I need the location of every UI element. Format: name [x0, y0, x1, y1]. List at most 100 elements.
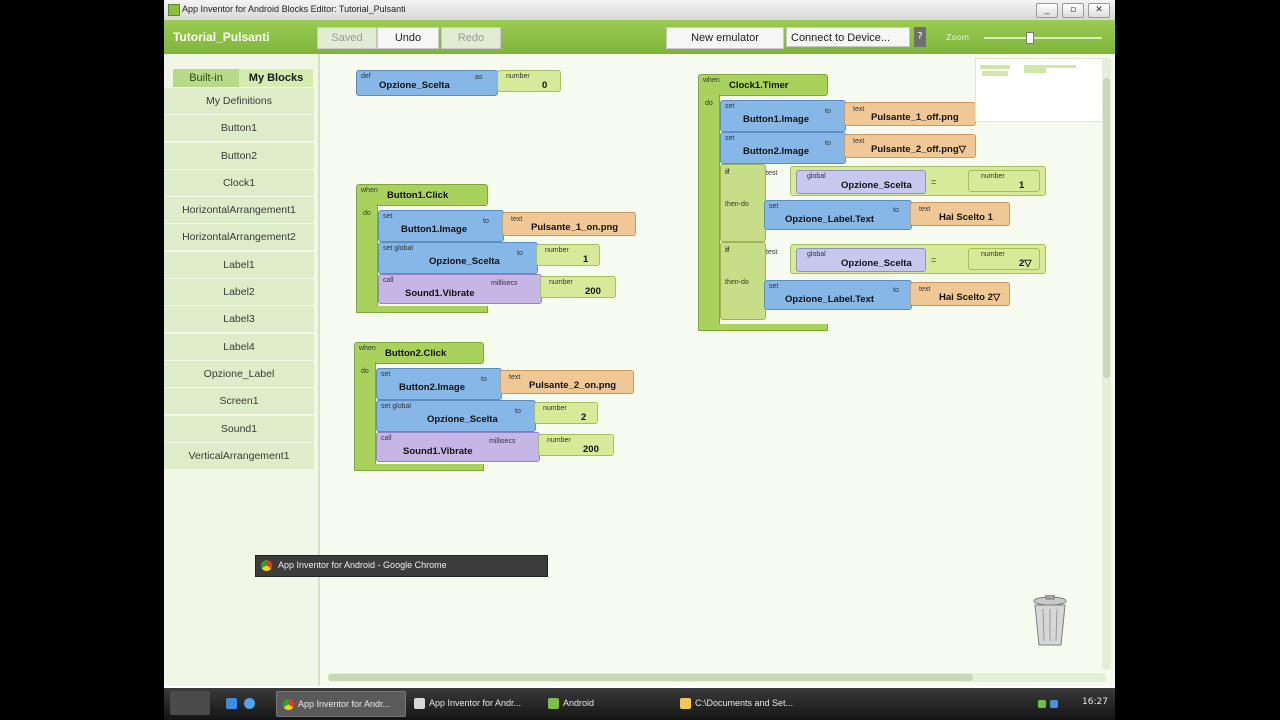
arg-label: millisecs	[489, 438, 516, 445]
taskbar-clock: 16:27	[1082, 697, 1108, 707]
quicklaunch-icon[interactable]	[226, 691, 238, 715]
call-sound1-vibrate-block[interactable]: call Sound1.Vibrate millisecs	[378, 274, 542, 304]
set-target: Opzione_Scelta	[427, 414, 498, 425]
to-keyword: to	[893, 207, 899, 214]
if-block[interactable]: if then-do	[720, 164, 766, 242]
number-value: 2	[581, 412, 587, 423]
do-keyword: do	[363, 210, 371, 217]
set-keyword: set	[725, 103, 735, 110]
call-target: Sound1.Vibrate	[403, 446, 473, 457]
button2-click-event[interactable]: when Button2.Click	[354, 342, 484, 364]
taskbar-item-android[interactable]: Android	[542, 691, 642, 715]
drawer-horizontalarrangement2[interactable]: HorizontalArrangement2	[164, 224, 314, 251]
number-block[interactable]: number 2▽	[968, 248, 1040, 270]
drawer-opzione-label[interactable]: Opzione_Label	[164, 360, 314, 387]
text-value: Hai Scelto 2▽	[939, 292, 1001, 303]
text-block[interactable]: text Pulsante_2_on.png	[500, 370, 634, 394]
text-type-label: text	[919, 206, 931, 213]
drawer-button2[interactable]: Button2	[164, 142, 314, 169]
if-keyword: if	[725, 169, 730, 176]
close-button[interactable]: ✕	[1088, 3, 1110, 18]
drawer-label4[interactable]: Label4	[164, 333, 314, 360]
vertical-scroll-thumb[interactable]	[1103, 78, 1110, 378]
set-global-block[interactable]: set global Opzione_Scelta to	[378, 242, 538, 274]
taskbar-item-chrome[interactable]: App Inventor for Andr...	[276, 691, 406, 717]
horizontal-scrollbar[interactable]	[328, 673, 1106, 682]
set-button1-image-block[interactable]: set Button1.Image to	[720, 100, 846, 132]
blocks-workspace[interactable]: def Opzione_Scelta as number 0 when Butt…	[320, 54, 1115, 686]
connect-device-dropdown[interactable]: Connect to Device...	[786, 27, 910, 47]
tooltip-text: App Inventor for Android - Google Chrome	[278, 560, 447, 570]
taskbar-item-blocks-editor[interactable]: App Inventor for Andr...	[408, 691, 534, 715]
horizontal-scroll-thumb[interactable]	[328, 674, 973, 681]
redo-button[interactable]: Redo	[441, 27, 501, 49]
maximize-button[interactable]: ▫	[1062, 3, 1084, 18]
global-variable-block[interactable]: global Opzione_Scelta	[796, 170, 926, 194]
text-block[interactable]: text Pulsante_1_on.png	[502, 212, 636, 236]
saved-button[interactable]: Saved	[317, 27, 377, 49]
text-block[interactable]: text Hai Scelto 1	[910, 202, 1010, 226]
vertical-scrollbar[interactable]	[1102, 58, 1111, 670]
to-keyword: to	[515, 408, 521, 415]
drawer-screen1[interactable]: Screen1	[164, 388, 314, 415]
set-opzione-label-text-block[interactable]: set Opzione_Label.Text to	[764, 200, 912, 230]
number-type-label: number	[506, 73, 530, 80]
set-global-block[interactable]: set global Opzione_Scelta to	[376, 400, 536, 432]
set-button1-image-block[interactable]: set Button1.Image to	[378, 210, 504, 242]
event-name: Clock1.Timer	[729, 80, 789, 91]
number-value: 1	[1019, 180, 1025, 191]
text-block[interactable]: text Hai Scelto 2▽	[910, 282, 1010, 306]
drawer-clock1[interactable]: Clock1	[164, 169, 314, 196]
call-sound1-vibrate-block[interactable]: call Sound1.Vibrate millisecs	[376, 432, 540, 462]
def-variable-block[interactable]: def Opzione_Scelta as	[356, 70, 498, 96]
set-target: Opzione_Label.Text	[785, 214, 875, 225]
button1-click-event[interactable]: when Button1.Click	[356, 184, 488, 206]
ie-icon[interactable]	[244, 691, 256, 715]
number-block[interactable]: number 200	[538, 434, 614, 456]
drawer-sound1[interactable]: Sound1	[164, 415, 314, 442]
blocks-sidebar: Built-in My Blocks My Definitions Button…	[164, 54, 320, 686]
if-keyword: if	[725, 247, 730, 254]
number-block[interactable]: number 1	[968, 170, 1040, 192]
set-target: Button2.Image	[743, 146, 809, 157]
workspace-minimap[interactable]	[975, 58, 1103, 122]
text-value: Pulsante_2_off.png▽	[871, 144, 966, 155]
text-block[interactable]: text Pulsante_2_off.png▽	[844, 134, 976, 158]
drawer-label3[interactable]: Label3	[164, 306, 314, 333]
set-opzione-label-text-block[interactable]: set Opzione_Label.Text to	[764, 280, 912, 310]
drawer-label1[interactable]: Label1	[164, 251, 314, 278]
if-block[interactable]: if then-do	[720, 242, 766, 320]
zoom-slider[interactable]	[984, 37, 1102, 39]
drawer-my-definitions[interactable]: My Definitions	[164, 88, 314, 114]
text-type-label: text	[853, 138, 865, 145]
title-bar: App Inventor for Android Blocks Editor: …	[164, 0, 1115, 21]
minimize-button[interactable]: _	[1036, 3, 1058, 18]
number-block[interactable]: number 2	[534, 402, 598, 424]
drawer-label2[interactable]: Label2	[164, 279, 314, 306]
tab-built-in[interactable]: Built-in	[173, 69, 239, 87]
tab-my-blocks[interactable]: My Blocks	[239, 69, 313, 87]
number-block[interactable]: number 0	[497, 70, 561, 92]
undo-button[interactable]: Undo	[377, 27, 439, 49]
trash-icon[interactable]	[1031, 595, 1069, 647]
drawer-verticalarrangement1[interactable]: VerticalArrangement1	[164, 442, 314, 469]
set-button2-image-block[interactable]: set Button2.Image to	[720, 132, 846, 164]
taskbar-tooltip: App Inventor for Android - Google Chrome	[255, 555, 548, 577]
help-icon[interactable]: ?	[914, 27, 926, 47]
to-keyword: to	[481, 376, 487, 383]
text-block[interactable]: text Pulsante_1_off.png	[844, 102, 976, 126]
number-block[interactable]: number 1	[536, 244, 600, 266]
number-type-label: number	[547, 437, 571, 444]
number-block[interactable]: number 200	[540, 276, 616, 298]
drawer-horizontalarrangement1[interactable]: HorizontalArrangement1	[164, 197, 314, 224]
system-tray[interactable]	[1036, 691, 1076, 715]
global-variable-block[interactable]: global Opzione_Scelta	[796, 248, 926, 272]
clock1-timer-event[interactable]: when Clock1.Timer	[698, 74, 828, 96]
set-button2-image-block[interactable]: set Button2.Image to	[376, 368, 502, 400]
zoom-slider-thumb[interactable]	[1026, 32, 1034, 44]
new-emulator-button[interactable]: New emulator	[666, 27, 784, 49]
start-button[interactable]	[170, 691, 210, 715]
drawer-button1[interactable]: Button1	[164, 115, 314, 142]
text-value: Pulsante_1_off.png	[871, 112, 959, 123]
taskbar-item-explorer[interactable]: C:\Documents and Set...	[674, 691, 814, 715]
